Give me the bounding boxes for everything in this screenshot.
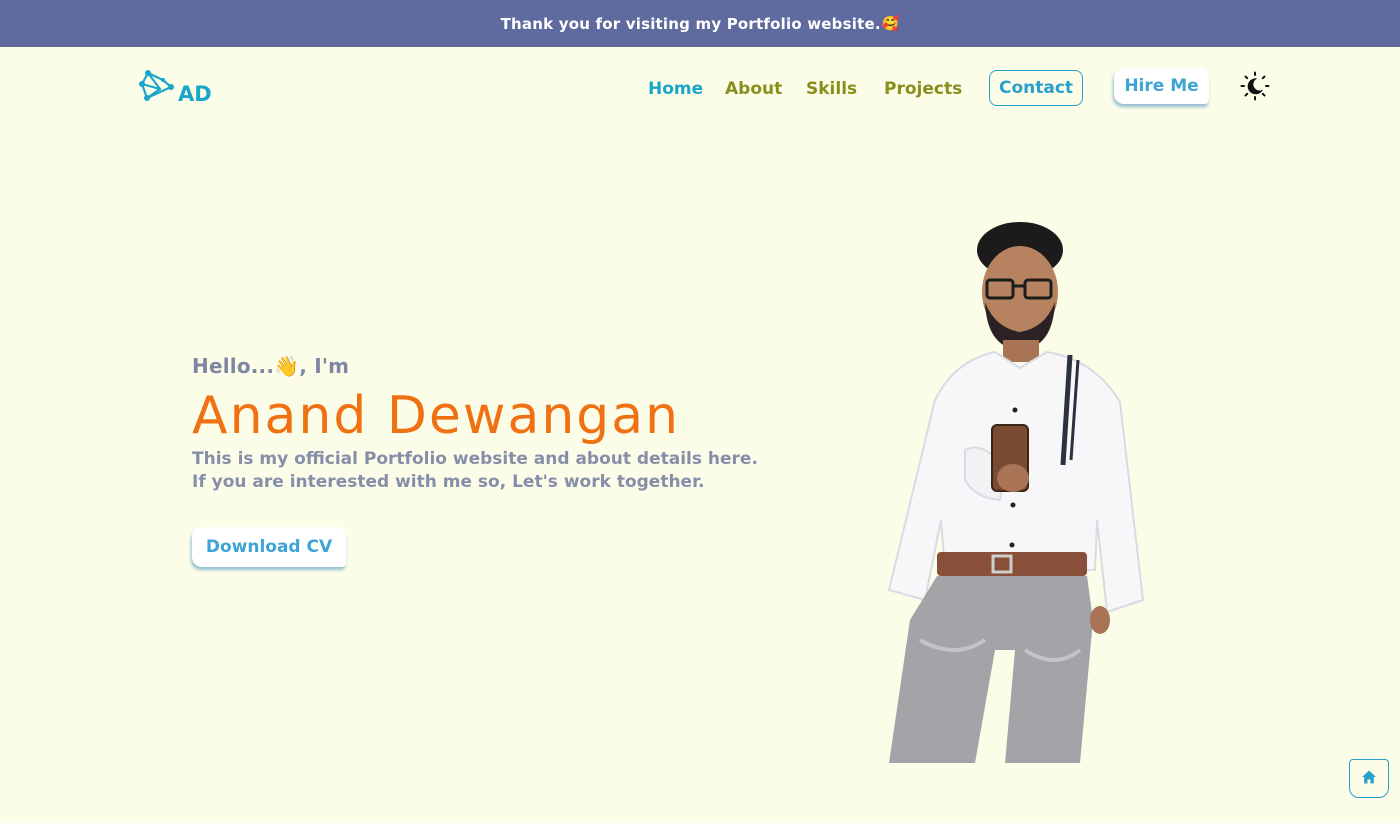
hire-me-button-label: Hire Me: [1124, 76, 1199, 96]
smiling-hearts-emoji: 🥰: [881, 15, 900, 32]
download-cv-button[interactable]: Download CV: [192, 527, 346, 567]
announcement-text: Thank you for visiting my Portfolio webs…: [500, 14, 881, 33]
nav-projects[interactable]: Projects: [884, 79, 962, 99]
network-logo-icon: [138, 70, 174, 104]
nav-home[interactable]: Home: [648, 79, 703, 99]
announcement-banner: Thank you for visiting my Portfolio webs…: [0, 0, 1400, 47]
hero-section: Hello...👋, I'm Anand Dewangan This is my…: [192, 354, 792, 494]
contact-button[interactable]: Contact: [989, 70, 1083, 106]
contact-button-label: Contact: [998, 78, 1074, 98]
navbar: AD Home About Skills Projects Contact Hi…: [0, 47, 1400, 127]
theme-toggle-button[interactable]: [1240, 71, 1270, 101]
hire-me-button[interactable]: Hire Me: [1114, 68, 1209, 104]
brand-logo[interactable]: AD: [138, 70, 212, 106]
hero-greeting: Hello...👋, I'm: [192, 354, 350, 378]
moon-icon: [1240, 71, 1270, 105]
download-cv-label: Download CV: [205, 537, 333, 557]
hero-name: Anand Dewangan: [192, 386, 681, 446]
home-fab-button[interactable]: [1349, 759, 1389, 798]
brand-text: AD: [178, 82, 212, 106]
portrait-photo: [875, 220, 1165, 763]
home-icon: [1361, 769, 1377, 789]
nav-about[interactable]: About: [725, 79, 782, 99]
hero-description: This is my official Portfolio website an…: [192, 449, 758, 492]
nav-skills[interactable]: Skills: [806, 79, 857, 99]
